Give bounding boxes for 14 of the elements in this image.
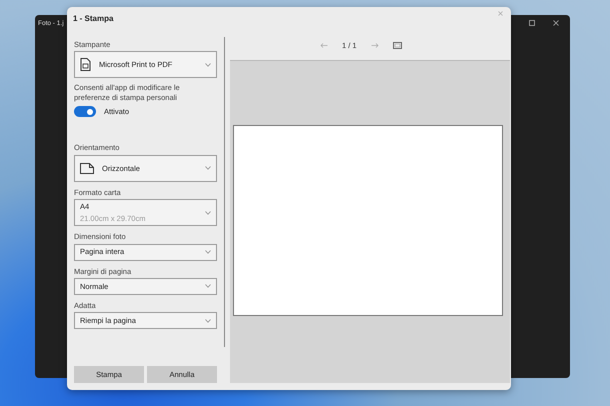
caret-icon [205,284,211,288]
fit-page-icon[interactable] [392,42,402,50]
close-icon[interactable] [553,20,559,26]
scrollbar[interactable] [224,37,225,347]
caret-icon [205,318,211,323]
printer-icon [80,58,91,72]
caret-icon [205,250,211,254]
page-icon [80,162,94,174]
caret-icon [205,166,211,170]
maximize-icon[interactable] [529,20,535,26]
toggle-switch[interactable] [74,106,96,118]
dialog-title: 1 - Stampa [73,13,114,25]
caret-icon [205,62,211,67]
caret-icon [205,210,211,215]
